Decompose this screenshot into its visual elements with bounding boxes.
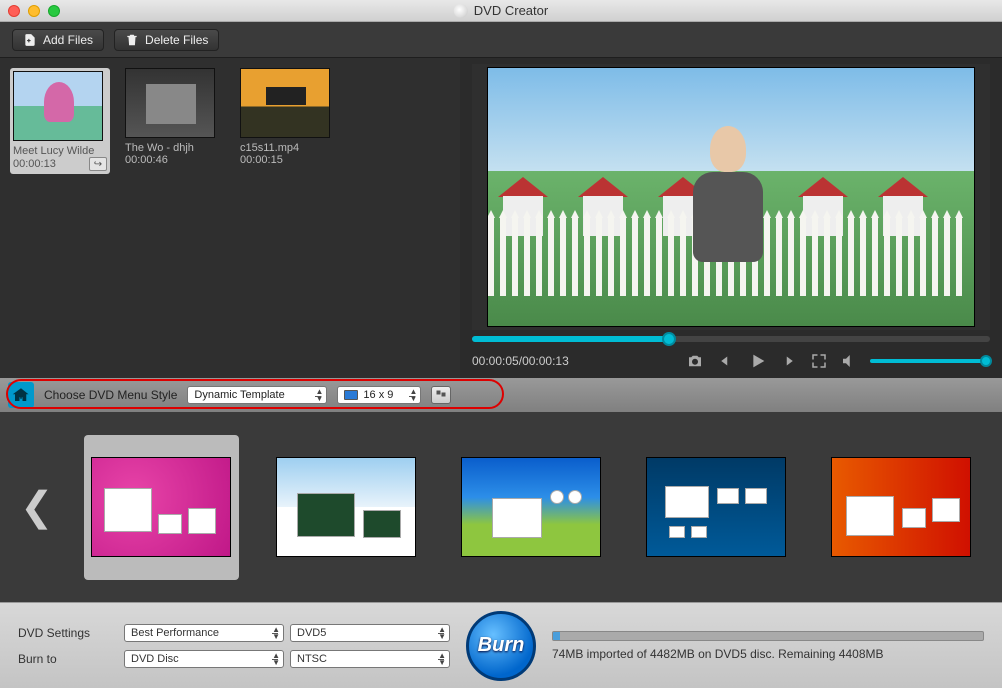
home-plus-icon xyxy=(12,386,30,404)
toolbar: Add Files Delete Files xyxy=(0,22,1002,58)
preview-pane: 00:00:05/00:00:13 xyxy=(460,58,1002,378)
template-item[interactable] xyxy=(269,435,424,580)
export-icon[interactable]: ↪ xyxy=(89,157,107,171)
file-duration: 00:00:13 xyxy=(13,158,56,170)
template-type-select[interactable]: Dynamic Template▲▼ xyxy=(187,386,327,404)
template-gallery: ❮ ❯ xyxy=(0,412,1002,602)
seek-slider[interactable] xyxy=(472,336,990,342)
burn-button[interactable]: Burn xyxy=(466,611,536,681)
file-name: c15s11.mp4 xyxy=(240,142,340,154)
snapshot-icon[interactable] xyxy=(686,352,704,370)
template-item[interactable] xyxy=(454,435,609,580)
zoom-window-button[interactable] xyxy=(48,5,60,17)
menu-style-label: Choose DVD Menu Style xyxy=(44,388,177,402)
prev-templates-button[interactable]: ❮ xyxy=(20,484,54,530)
delete-files-label: Delete Files xyxy=(145,33,208,47)
file-thumbnail xyxy=(125,68,215,138)
titlebar: DVD Creator xyxy=(0,0,1002,22)
dvd-settings-label: DVD Settings xyxy=(18,626,118,640)
file-name: The Wo - dhjh xyxy=(125,142,225,154)
prev-frame-icon[interactable] xyxy=(716,352,734,370)
add-file-icon xyxy=(23,33,37,47)
capacity-status: 74MB imported of 4482MB on DVD5 disc. Re… xyxy=(552,647,984,661)
delete-files-button[interactable]: Delete Files xyxy=(114,29,219,51)
burn-to-label: Burn to xyxy=(18,652,118,666)
burn-target-select[interactable]: DVD Disc▲▼ xyxy=(124,650,284,668)
add-files-button[interactable]: Add Files xyxy=(12,29,104,51)
minimize-window-button[interactable] xyxy=(28,5,40,17)
monitor-icon xyxy=(344,390,358,400)
grid-icon xyxy=(435,389,447,401)
tv-standard-select[interactable]: NTSC▲▼ xyxy=(290,650,450,668)
add-files-label: Add Files xyxy=(43,33,93,47)
home-button[interactable] xyxy=(8,382,34,408)
performance-select[interactable]: Best Performance▲▼ xyxy=(124,624,284,642)
fullscreen-icon[interactable] xyxy=(810,352,828,370)
file-thumbnail xyxy=(13,71,103,141)
video-preview[interactable] xyxy=(487,67,975,327)
file-duration: 00:00:46 xyxy=(125,154,168,166)
file-duration: 00:00:15 xyxy=(240,154,283,166)
next-frame-icon[interactable] xyxy=(780,352,798,370)
file-item[interactable]: The Wo - dhjh 00:00:46 xyxy=(125,68,225,166)
volume-icon[interactable] xyxy=(840,352,858,370)
template-item[interactable] xyxy=(639,435,794,580)
file-list: Meet Lucy Wilde 00:00:13 ↪ The Wo - dhjh … xyxy=(0,58,460,378)
volume-slider[interactable] xyxy=(870,359,990,363)
app-title: DVD Creator xyxy=(474,3,548,18)
play-icon[interactable] xyxy=(746,350,768,372)
file-item[interactable]: c15s11.mp4 00:00:15 xyxy=(240,68,340,166)
bottom-panel: DVD Settings Best Performance▲▼ DVD5▲▼ B… xyxy=(0,602,1002,688)
disc-type-select[interactable]: DVD5▲▼ xyxy=(290,624,450,642)
menu-style-bar: Choose DVD Menu Style Dynamic Template▲▼… xyxy=(0,378,1002,412)
expand-templates-button[interactable] xyxy=(431,386,451,404)
template-item[interactable] xyxy=(84,435,239,580)
file-thumbnail xyxy=(240,68,330,138)
aspect-ratio-select[interactable]: 16 x 9▲▼ xyxy=(337,386,421,404)
playback-time: 00:00:05/00:00:13 xyxy=(472,354,569,368)
app-icon xyxy=(454,4,468,18)
close-window-button[interactable] xyxy=(8,5,20,17)
file-name: Meet Lucy Wilde xyxy=(13,145,107,157)
character-figure xyxy=(688,126,768,266)
trash-icon xyxy=(125,33,139,47)
file-item[interactable]: Meet Lucy Wilde 00:00:13 ↪ xyxy=(10,68,110,174)
template-item[interactable] xyxy=(824,435,979,580)
capacity-bar xyxy=(552,631,984,641)
